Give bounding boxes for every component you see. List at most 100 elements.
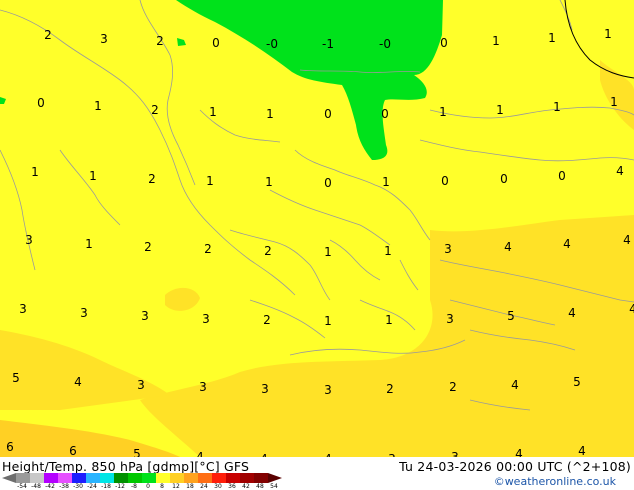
- value-label: -1: [322, 37, 334, 51]
- colorbar-segment: [170, 473, 184, 483]
- value-label: 1: [492, 34, 500, 48]
- value-label: 0: [324, 176, 332, 190]
- value-label: 0: [500, 172, 508, 186]
- value-label: 3: [100, 32, 108, 46]
- value-label: 0: [324, 107, 332, 121]
- value-label: 1: [384, 244, 392, 258]
- value-label: 3: [261, 382, 269, 396]
- forecast-time: Tu 24-03-2026 00:00 UTC (^2+108): [399, 459, 631, 474]
- value-label: 1: [496, 103, 504, 117]
- map-area: 2 3 2 0 -0 -1 -0 0 1 1 1 0 1 2 1 1 0 0 1…: [0, 0, 634, 457]
- value-label: 4: [629, 302, 634, 316]
- value-label: 1: [94, 99, 102, 113]
- value-label: 3: [141, 309, 149, 323]
- colorbar-segment: [184, 473, 198, 483]
- value-label: 1: [604, 27, 612, 41]
- colorbar-ticks: -54 -48 -42 -38 -30 -24 -18 -12 -8 0 8 12 18 24 30 36 42…: [17, 483, 302, 490]
- colorbar-segment: [30, 473, 44, 483]
- colorbar-tick-label: 12: [172, 483, 180, 490]
- value-label: 0: [381, 107, 389, 121]
- colorbar-segment: [44, 473, 58, 483]
- value-label: 3: [137, 378, 145, 392]
- colorbar-segment: [114, 473, 128, 483]
- colorbar-tick-label: -38: [59, 483, 69, 490]
- cold-field-patch: [177, 38, 186, 46]
- colorbar-tick-label: -48: [31, 483, 41, 490]
- value-label: 1: [610, 95, 618, 109]
- colorbar-tick-label: 18: [186, 483, 194, 490]
- value-label: 2: [264, 244, 272, 258]
- value-label: 0: [558, 169, 566, 183]
- value-label: 2: [204, 242, 212, 256]
- cold-field-region: [176, 0, 443, 160]
- value-label: 2: [44, 28, 52, 42]
- colorbar-segment: [156, 473, 170, 483]
- colorbar-tick-label: 54: [270, 483, 278, 490]
- value-label: 1: [553, 100, 561, 114]
- colorbar-segment: [16, 473, 30, 483]
- credit-link[interactable]: ©weatheronline.co.uk: [494, 475, 616, 488]
- colorbar-arrow-right: [268, 473, 282, 483]
- value-label: 3: [324, 383, 332, 397]
- value-label: 6: [69, 444, 77, 457]
- colorbar-tick-label: 8: [160, 483, 164, 490]
- value-label: 1: [439, 105, 447, 119]
- value-label: 2: [156, 34, 164, 48]
- colorbar-tick-label: 42: [242, 483, 250, 490]
- value-label: 4: [616, 164, 624, 178]
- colorbar-segment: [254, 473, 268, 483]
- colorbar-segment: [72, 473, 86, 483]
- value-label: 2: [449, 380, 457, 394]
- value-label: 5: [133, 447, 141, 457]
- value-label: 1: [31, 165, 39, 179]
- value-label: 3: [202, 312, 210, 326]
- colorbar-segment: [240, 473, 254, 483]
- colorbar-tick-label: -18: [101, 483, 111, 490]
- value-label: 2: [144, 240, 152, 254]
- value-label: 4: [578, 444, 586, 457]
- value-label: 5: [12, 371, 20, 385]
- value-label: 3: [25, 233, 33, 247]
- value-label: 2: [148, 172, 156, 186]
- value-label: 1: [85, 237, 93, 251]
- value-label: 1: [548, 31, 556, 45]
- value-label: 5: [573, 375, 581, 389]
- value-label: 1: [265, 175, 273, 189]
- value-label: 1: [324, 314, 332, 328]
- colorbar-segment: [198, 473, 212, 483]
- value-label: 0: [441, 174, 449, 188]
- colorbar-tick-label: -30: [73, 483, 83, 490]
- colorbar-tick-label: 0: [146, 483, 150, 490]
- value-label: 4: [568, 306, 576, 320]
- colorbar-segment: [226, 473, 240, 483]
- value-label: 1: [89, 169, 97, 183]
- colorbar-tick-label: 36: [228, 483, 236, 490]
- colorbar-segment: [100, 473, 114, 483]
- value-label: 1: [209, 105, 217, 119]
- value-label: 0: [37, 96, 45, 110]
- value-label: 5: [507, 309, 515, 323]
- value-label: 1: [266, 107, 274, 121]
- colorbar-tick-label: 48: [256, 483, 264, 490]
- colorbar-arrow-left: [2, 473, 16, 483]
- value-label: -0: [266, 37, 278, 51]
- value-label: 2: [263, 313, 271, 327]
- colorbar-tick-label: -8: [131, 483, 137, 490]
- warm-field-patch: [165, 287, 200, 311]
- warmest-field-region: [0, 420, 180, 457]
- value-label: 4: [504, 240, 512, 254]
- value-label: 3: [446, 312, 454, 326]
- value-label: 1: [382, 175, 390, 189]
- value-label: 3: [199, 380, 207, 394]
- map-canvas: [0, 0, 634, 457]
- value-label: 2: [386, 382, 394, 396]
- colorbar-segment: [58, 473, 72, 483]
- warm-field-region-west: [0, 330, 170, 410]
- value-label: 3: [80, 306, 88, 320]
- cold-field-patch-west: [0, 97, 6, 104]
- colorbar-tick-label: -24: [87, 483, 97, 490]
- value-label: 4: [623, 233, 631, 247]
- value-label: 4: [515, 447, 523, 457]
- value-label: 2: [151, 103, 159, 117]
- colorbar-segment: [142, 473, 156, 483]
